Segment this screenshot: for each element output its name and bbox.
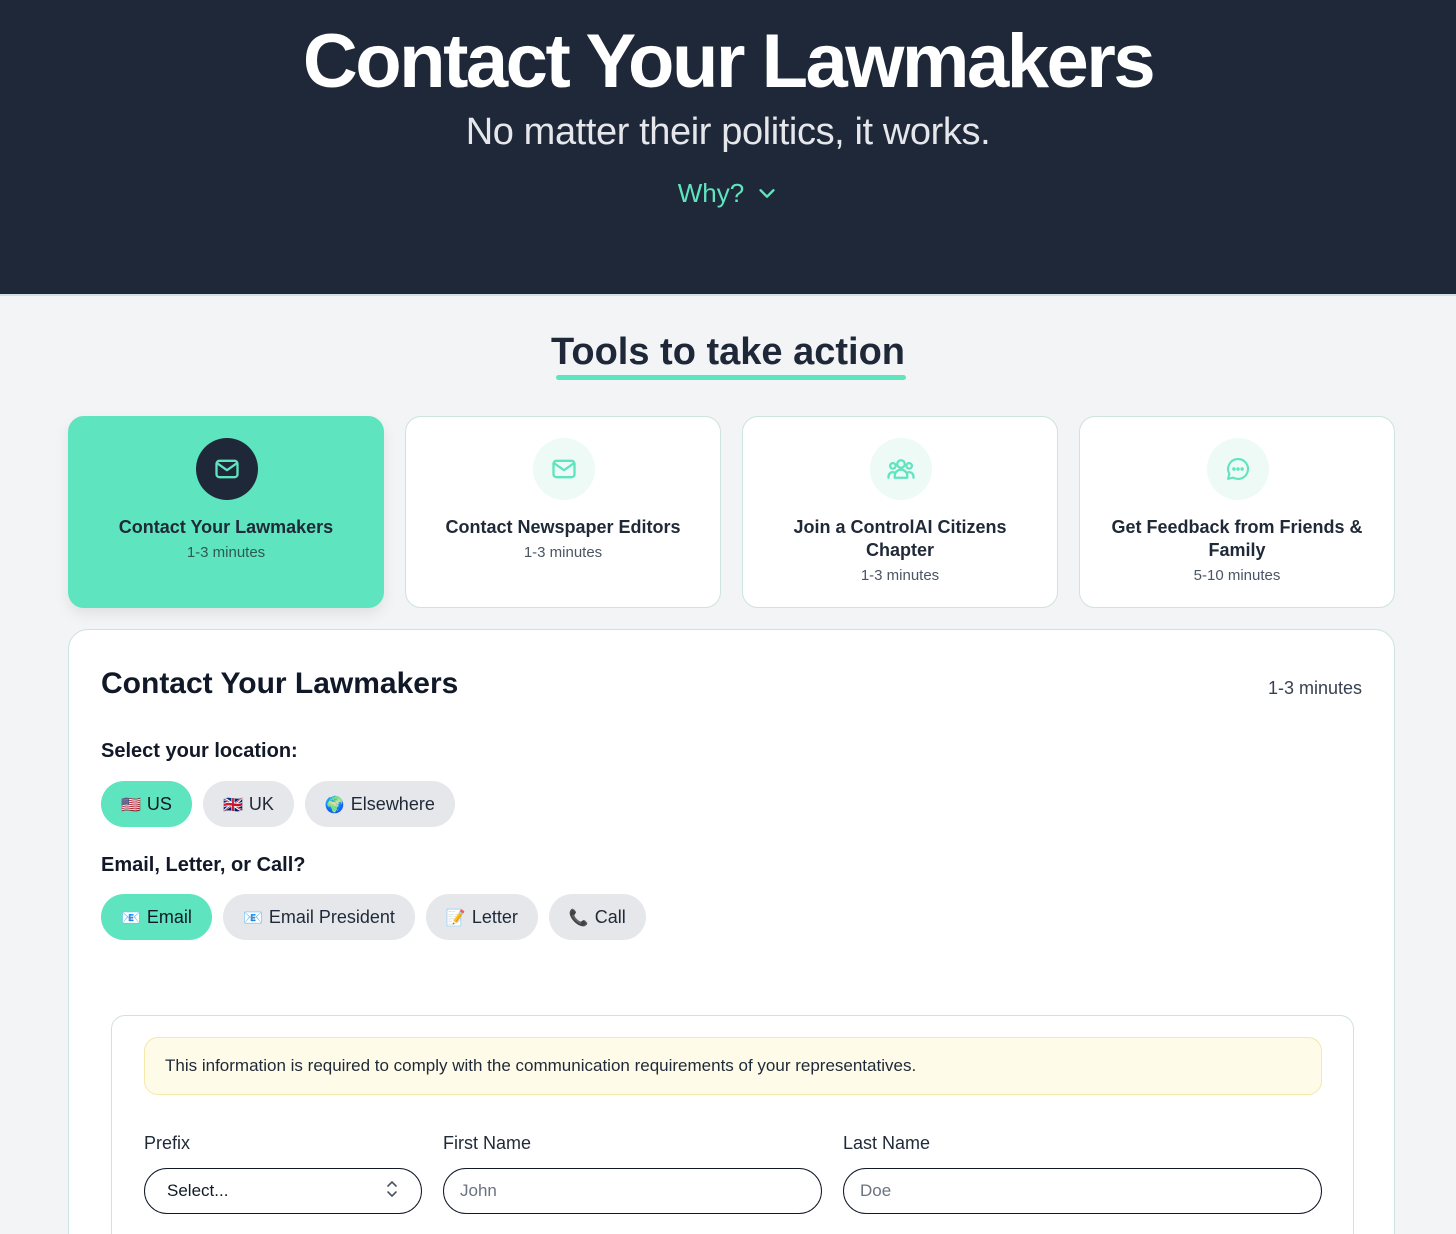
tool-card-get-feedback[interactable]: Get Feedback from Friends & Family 5-10 … [1079,416,1395,608]
chevron-down-icon [756,182,778,204]
method-email-president-button[interactable]: 📧 Email President [222,894,415,940]
tool-card-title: Get Feedback from Friends & Family [1111,517,1363,560]
hero-subtitle: No matter their politics, it works. [465,111,991,153]
location-uk-button[interactable]: 🇬🇧 UK [202,781,294,827]
us-flag-icon: 🇺🇸 [121,794,141,814]
tool-card-contact-lawmakers[interactable]: Contact Your Lawmakers 1-3 minutes [68,416,384,608]
tool-card-time: 1-3 minutes [860,567,940,584]
info-notice: This information is required to comply w… [144,1037,1322,1095]
location-elsewhere-button[interactable]: 🌍 Elsewhere [304,781,455,827]
why-label: Why? [677,178,745,208]
contact-lawmakers-panel: Contact Your Lawmakers 1-3 minutes Selec… [68,629,1395,1234]
prefix-label: Prefix [144,1133,191,1153]
tool-card-time: 5-10 minutes [1193,567,1281,584]
tool-card-contact-editors[interactable]: Contact Newspaper Editors 1-3 minutes [405,416,721,608]
hero-title: Contact Your Lawmakers [302,19,1156,104]
method-options: 📧 Email 📧 Email President 📝 Letter 📞 Cal… [101,894,646,940]
phone-icon: 📞 [568,907,589,927]
section-title: Tools to take action [550,331,905,373]
uk-flag-icon: 🇬🇧 [222,794,243,814]
method-label-call: Call [594,906,626,927]
tool-card-join-chapter[interactable]: Join a ControlAI Citizens Chapter 1-3 mi… [742,416,1058,608]
tool-card-time: 1-3 minutes [523,544,603,561]
method-label-letter: Letter [471,906,518,927]
select-arrows-icon [385,1179,399,1204]
memo-icon: 📝 [445,907,466,927]
method-label-email: Email [146,906,192,927]
panel-time: 1-3 minutes [1267,678,1362,698]
first-name-label: First Name [443,1133,532,1153]
globe-icon: 🌍 [324,794,345,814]
mail-icon [533,438,595,500]
prefix-select[interactable]: Select... [144,1168,422,1214]
first-name-input[interactable] [443,1168,822,1214]
panel-title: Contact Your Lawmakers [101,667,459,700]
prefix-select-value: Select... [167,1181,229,1200]
mail-icon [196,438,258,500]
hero-banner: Contact Your Lawmakers No matter their p… [0,0,1456,296]
email-icon: 📧 [242,907,263,927]
last-name-label: Last Name [843,1133,931,1153]
group-icon [870,438,932,500]
why-toggle[interactable]: Why? [0,176,1456,210]
location-options: 🇺🇸 US 🇬🇧 UK 🌍 Elsewhere [101,781,455,827]
method-label: Email, Letter, or Call? [101,854,306,876]
tool-card-time: 1-3 minutes [186,544,266,561]
method-label-email-president: Email President [268,906,395,927]
contact-form: This information is required to comply w… [111,1015,1354,1234]
location-label-uk: UK [248,793,274,814]
email-icon: 📧 [121,907,141,927]
last-name-input[interactable] [843,1168,1322,1214]
method-email-button[interactable]: 📧 Email [101,894,212,940]
location-label-us: US [146,793,172,814]
location-label-elsewhere: Elsewhere [350,793,435,814]
method-call-button[interactable]: 📞 Call [548,894,646,940]
tool-card-title: Join a ControlAI Citizens Chapter [793,517,1007,560]
title-underline [556,375,906,380]
tool-card-title: Contact Newspaper Editors [445,517,681,537]
location-label: Select your location: [101,740,298,762]
method-letter-button[interactable]: 📝 Letter [425,894,538,940]
chat-bubble-icon [1207,438,1269,500]
location-us-button[interactable]: 🇺🇸 US [101,781,192,827]
tool-card-title: Contact Your Lawmakers [118,517,334,537]
